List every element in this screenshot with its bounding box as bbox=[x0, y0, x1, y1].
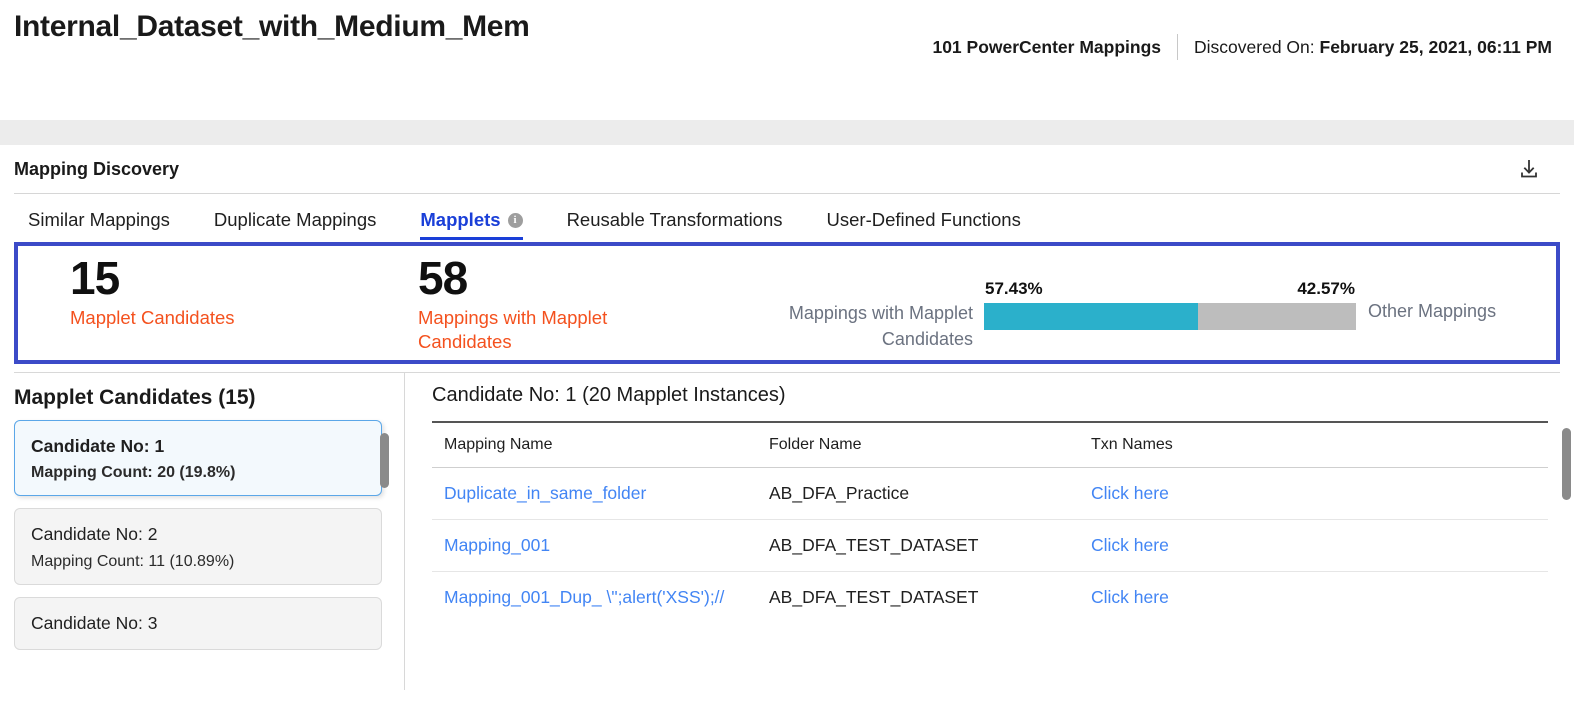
candidate-mapping-count: Mapping Count: 11 (10.89%) bbox=[31, 552, 235, 570]
cell-mapping-name: Mapping_001 bbox=[432, 519, 757, 572]
mapping-name-link[interactable]: Duplicate_in_same_folder bbox=[444, 483, 646, 503]
tab-reusable-transformations[interactable]: Reusable Transformations bbox=[545, 209, 805, 240]
stat-value: 58 bbox=[418, 252, 468, 304]
cell-txn-names: Click here bbox=[1079, 572, 1548, 624]
candidates-panel-title: Mapplet Candidates (15) bbox=[14, 386, 256, 409]
download-button[interactable] bbox=[1514, 154, 1544, 184]
chart-bar-column: 57.43% 42.57% bbox=[973, 279, 1356, 330]
content-area: Mapplet Candidates (15) Candidate No: 1 … bbox=[0, 372, 1574, 690]
discovered-on-label: Discovered On: bbox=[1194, 36, 1315, 57]
chart-left-label: Mappings with Mapplet Candidates bbox=[788, 303, 973, 349]
tab-label: User-Defined Functions bbox=[826, 209, 1021, 230]
column-header-mapping-name[interactable]: Mapping Name bbox=[432, 421, 757, 468]
mapping-name-link[interactable]: Mapping_001_Dup_ \";alert('XSS');// bbox=[444, 587, 724, 607]
instances-panel: Candidate No: 1 (20 Mapplet Instances) M… bbox=[404, 372, 1574, 690]
candidates-scrollbar[interactable] bbox=[380, 433, 389, 488]
table-row: Mapping_001_Dup_ \";alert('XSS');// AB_D… bbox=[432, 572, 1548, 624]
discovery-tabs: Similar Mappings Duplicate Mappings Mapp… bbox=[0, 194, 1574, 240]
column-header-folder-name[interactable]: Folder Name bbox=[757, 421, 1079, 468]
mapping-count-label: 101 PowerCenter Mappings bbox=[932, 36, 1162, 57]
mapplet-stats-banner: 15 Mapplet Candidates 58 Mappings with M… bbox=[14, 242, 1560, 364]
mapping-discovery-header: Mapping Discovery bbox=[0, 145, 1574, 193]
table-row: Mapping_001 AB_DFA_TEST_DATASET Click he… bbox=[432, 519, 1548, 572]
table-head: Mapping Name Folder Name Txn Names bbox=[432, 421, 1548, 468]
cell-folder-name: AB_DFA_Practice bbox=[757, 467, 1079, 520]
cell-folder-name: AB_DFA_TEST_DATASET bbox=[757, 519, 1079, 572]
tab-label: Similar Mappings bbox=[28, 209, 170, 230]
header-separator-band bbox=[0, 120, 1574, 145]
app-page: Internal_Dataset_with_Medium_Mem 101 Pow… bbox=[0, 0, 1574, 712]
stat-label: Mappings with Mapplet Candidates bbox=[418, 306, 608, 352]
instances-scrollbar[interactable] bbox=[1562, 428, 1571, 500]
txn-names-link[interactable]: Click here bbox=[1091, 483, 1169, 503]
stat-value: 15 bbox=[70, 252, 120, 304]
instances-heading: Candidate No: 1 (20 Mapplet Instances) bbox=[432, 384, 786, 406]
cell-txn-names: Click here bbox=[1079, 467, 1548, 520]
stat-mappings-with-mapplet-candidates: 58 Mappings with Mapplet Candidates bbox=[418, 246, 688, 354]
instances-table: Mapping Name Folder Name Txn Names Dupli… bbox=[432, 421, 1548, 623]
candidate-mapping-count: Mapping Count: 20 (19.8%) bbox=[31, 464, 236, 482]
page-title: Internal_Dataset_with_Medium_Mem bbox=[14, 10, 530, 43]
chart-right-label: Other Mappings bbox=[1368, 301, 1497, 321]
stat-mapplet-candidates: 15 Mapplet Candidates bbox=[70, 246, 370, 330]
chart-bar-segment-candidates bbox=[984, 303, 1198, 330]
tab-label: Duplicate Mappings bbox=[213, 209, 377, 230]
tab-mapplets[interactable]: Mapplets i bbox=[398, 209, 544, 240]
cell-mapping-name: Duplicate_in_same_folder bbox=[432, 467, 757, 520]
candidate-card-1[interactable]: Candidate No: 1 Mapping Count: 20 (19.8%… bbox=[14, 420, 382, 497]
download-icon bbox=[1521, 160, 1537, 178]
info-icon[interactable]: i bbox=[507, 212, 523, 228]
candidate-card-3[interactable]: Candidate No: 3 bbox=[14, 596, 382, 650]
candidate-card-2[interactable]: Candidate No: 2 Mapping Count: 11 (10.89… bbox=[14, 508, 382, 585]
txn-names-link[interactable]: Click here bbox=[1091, 587, 1169, 607]
chart-value-labels: 57.43% 42.57% bbox=[984, 279, 1356, 303]
candidates-panel: Mapplet Candidates (15) Candidate No: 1 … bbox=[0, 372, 404, 690]
table-header-row: Mapping Name Folder Name Txn Names bbox=[432, 421, 1548, 468]
chart-stacked-bar bbox=[984, 303, 1356, 330]
txn-names-link[interactable]: Click here bbox=[1091, 535, 1169, 555]
candidate-name: Candidate No: 2 bbox=[31, 524, 158, 545]
chart-value-right: 42.57% bbox=[1297, 279, 1355, 298]
tab-similar-mappings[interactable]: Similar Mappings bbox=[14, 209, 192, 240]
active-tab-underline bbox=[420, 237, 523, 240]
cell-mapping-name: Mapping_001_Dup_ \";alert('XSS');// bbox=[432, 572, 757, 624]
tab-label: Mapplets bbox=[420, 209, 501, 230]
header-meta: 101 PowerCenter Mappings Discovered On: … bbox=[932, 34, 1552, 60]
mapping-discovery-title: Mapping Discovery bbox=[14, 158, 180, 179]
mapplet-ratio-chart: Mappings with Mapplet Candidates 57.43% … bbox=[773, 279, 1496, 352]
discovered-on-value: February 25, 2021, 06:11 PM bbox=[1319, 36, 1553, 57]
mapping-name-link[interactable]: Mapping_001 bbox=[444, 535, 550, 555]
table-row: Duplicate_in_same_folder AB_DFA_Practice… bbox=[432, 467, 1548, 520]
chart-value-left: 57.43% bbox=[985, 279, 1043, 298]
cell-txn-names: Click here bbox=[1079, 519, 1548, 572]
tab-label: Reusable Transformations bbox=[566, 209, 783, 230]
tab-duplicate-mappings[interactable]: Duplicate Mappings bbox=[192, 209, 398, 240]
cell-folder-name: AB_DFA_TEST_DATASET bbox=[769, 587, 979, 607]
discovered-on: Discovered On: February 25, 2021, 06:11 … bbox=[1178, 37, 1552, 58]
column-header-txn-names[interactable]: Txn Names bbox=[1079, 421, 1548, 468]
candidate-name: Candidate No: 1 bbox=[31, 436, 165, 456]
table-body: Duplicate_in_same_folder AB_DFA_Practice… bbox=[432, 467, 1548, 624]
tab-user-defined-functions[interactable]: User-Defined Functions bbox=[805, 209, 1043, 240]
candidates-list: Candidate No: 1 Mapping Count: 20 (19.8%… bbox=[14, 420, 382, 650]
candidate-name: Candidate No: 3 bbox=[31, 612, 158, 633]
page-header: Internal_Dataset_with_Medium_Mem 101 Pow… bbox=[0, 0, 1574, 120]
stat-label: Mapplet Candidates bbox=[70, 306, 235, 328]
